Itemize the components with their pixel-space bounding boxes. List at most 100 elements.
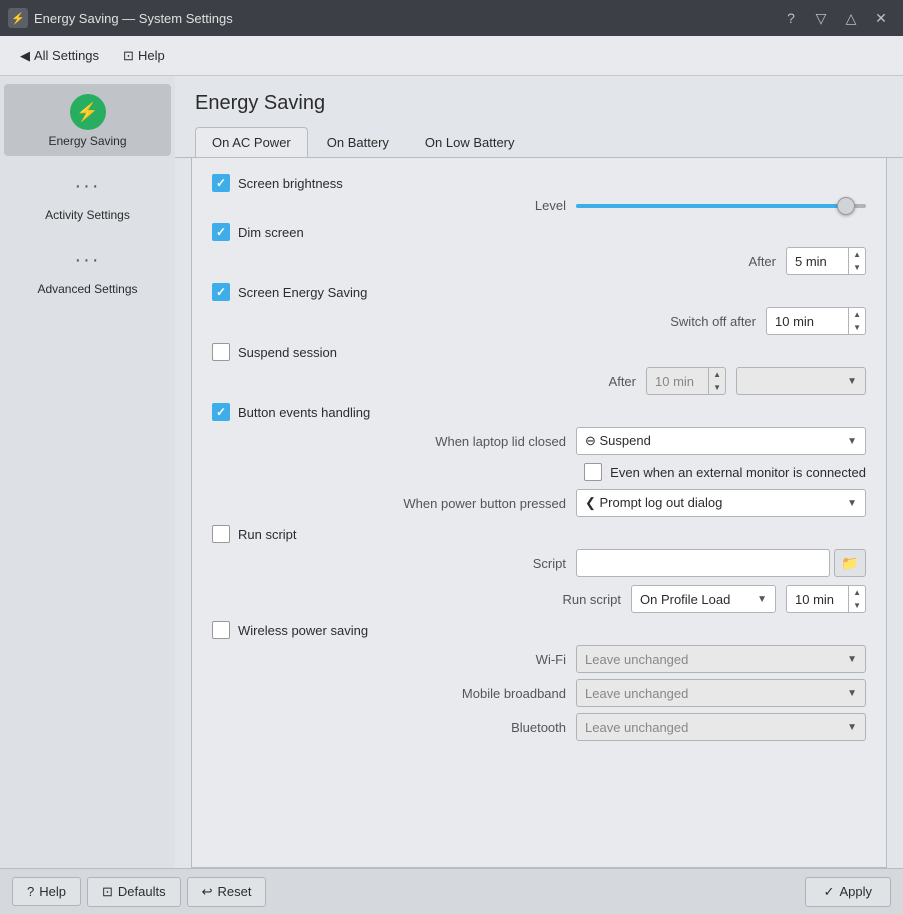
back-label: All Settings — [34, 48, 99, 63]
suspend-session-checkbox[interactable] — [212, 343, 230, 361]
run-time-arrows: ▲ ▼ — [848, 586, 865, 612]
reset-button[interactable]: ↩ Reset — [187, 877, 267, 907]
sidebar: ⚡ Energy Saving ··· Activity Settings ··… — [0, 76, 175, 868]
tab-ac-power[interactable]: On AC Power — [195, 127, 308, 157]
defaults-label: Defaults — [118, 884, 166, 899]
reset-icon: ↩ — [202, 884, 213, 900]
switch-off-spinbox[interactable]: 10 min ▲ ▼ — [766, 307, 866, 335]
help-bottom-button[interactable]: ? Help — [12, 877, 81, 906]
lid-closed-value: ⊖ Suspend — [585, 433, 651, 449]
wireless-saving-label: Wireless power saving — [238, 623, 368, 638]
external-monitor-checkbox[interactable] — [584, 463, 602, 481]
wifi-label: Wi-Fi — [536, 652, 566, 667]
brightness-slider-thumb[interactable] — [837, 197, 855, 215]
topnav: ◀ All Settings ⊡ Help — [0, 36, 903, 76]
sidebar-item-activity-settings[interactable]: ··· Activity Settings — [4, 158, 171, 230]
run-time-up[interactable]: ▲ — [849, 586, 865, 599]
maximize-button[interactable]: △ — [837, 4, 865, 32]
power-button-arrow: ▼ — [847, 498, 857, 509]
tab-low-battery[interactable]: On Low Battery — [408, 127, 532, 157]
brightness-slider-track[interactable] — [576, 204, 866, 208]
wifi-select[interactable]: Leave unchanged ▼ — [576, 645, 866, 673]
screen-energy-saving-row: Screen Energy Saving — [212, 283, 866, 301]
app-icon: ⚡ — [8, 8, 28, 28]
bluetooth-value: Leave unchanged — [585, 720, 688, 735]
sidebar-item-energy-saving[interactable]: ⚡ Energy Saving — [4, 84, 171, 156]
titlebar-controls: ? ▽ △ ✕ — [777, 4, 895, 32]
apply-label: Apply — [839, 884, 872, 899]
mobile-select[interactable]: Leave unchanged ▼ — [576, 679, 866, 707]
titlebar-left: ⚡ Energy Saving — System Settings — [8, 8, 233, 28]
screen-brightness-row: Screen brightness — [212, 174, 866, 192]
run-time-spinbox[interactable]: 10 min ▲ ▼ — [786, 585, 866, 613]
script-text-field[interactable] — [576, 549, 830, 577]
dim-screen-checkbox[interactable] — [212, 223, 230, 241]
lid-closed-arrow: ▼ — [847, 436, 857, 447]
page-title: Energy Saving — [195, 92, 325, 114]
suspend-session-row: Suspend session — [212, 343, 866, 361]
run-profile-select[interactable]: On Profile Load ▼ — [631, 585, 776, 613]
dim-after-value: 5 min — [787, 254, 848, 269]
run-script-label: Run script — [238, 527, 297, 542]
suspend-after-down[interactable]: ▼ — [709, 381, 725, 394]
bluetooth-label: Bluetooth — [511, 720, 566, 735]
screen-energy-saving-checkbox[interactable] — [212, 283, 230, 301]
run-time-down[interactable]: ▼ — [849, 599, 865, 612]
back-icon: ◀ — [20, 48, 30, 64]
mobile-value: Leave unchanged — [585, 686, 688, 701]
all-settings-button[interactable]: ◀ All Settings — [12, 44, 107, 68]
help-window-button[interactable]: ? — [777, 4, 805, 32]
suspend-after-arrows: ▲ ▼ — [708, 368, 725, 394]
help-nav-button[interactable]: ⊡ Help — [115, 44, 173, 68]
screen-brightness-checkbox[interactable] — [212, 174, 230, 192]
bottom-bar: ? Help ⊡ Defaults ↩ Reset ✓ Apply — [0, 868, 903, 914]
brightness-slider-row: Level — [212, 198, 866, 213]
suspend-action-select[interactable]: ▼ — [736, 367, 866, 395]
bluetooth-row: Bluetooth Leave unchanged ▼ — [212, 713, 866, 741]
minimize-button[interactable]: ▽ — [807, 4, 835, 32]
run-script-timing-label: Run script — [562, 592, 621, 607]
close-button[interactable]: ✕ — [867, 4, 895, 32]
mobile-arrow: ▼ — [847, 688, 857, 699]
suspend-after-up[interactable]: ▲ — [709, 368, 725, 381]
dim-after-up[interactable]: ▲ — [849, 248, 865, 261]
script-path-row: Script 📁 — [212, 549, 866, 577]
dim-after-arrows: ▲ ▼ — [848, 248, 865, 274]
power-button-select[interactable]: ❮ Prompt log out dialog ▼ — [576, 489, 866, 517]
sidebar-activity-label: Activity Settings — [45, 208, 130, 222]
suspend-after-spinbox[interactable]: 10 min ▲ ▼ — [646, 367, 726, 395]
dim-after-spinbox[interactable]: 5 min ▲ ▼ — [786, 247, 866, 275]
tab-battery[interactable]: On Battery — [310, 127, 406, 157]
content-area: Energy Saving On AC Power On Battery On … — [175, 76, 903, 868]
mobile-row: Mobile broadband Leave unchanged ▼ — [212, 679, 866, 707]
switch-off-up[interactable]: ▲ — [849, 308, 865, 321]
help-bottom-icon: ? — [27, 884, 34, 899]
dim-after-down[interactable]: ▼ — [849, 261, 865, 274]
advanced-settings-icon: ··· — [70, 242, 106, 278]
dim-after-label: After — [749, 254, 776, 269]
wifi-value: Leave unchanged — [585, 652, 688, 667]
lid-closed-select[interactable]: ⊖ Suspend ▼ — [576, 427, 866, 455]
defaults-button[interactable]: ⊡ Defaults — [87, 877, 181, 907]
help-bottom-label: Help — [39, 884, 66, 899]
button-events-checkbox[interactable] — [212, 403, 230, 421]
level-label: Level — [535, 198, 566, 213]
run-profile-value: On Profile Load — [640, 592, 730, 607]
switch-off-label: Switch off after — [670, 314, 756, 329]
run-profile-arrow: ▼ — [757, 594, 767, 605]
main-layout: ⚡ Energy Saving ··· Activity Settings ··… — [0, 76, 903, 868]
dim-screen-row: Dim screen — [212, 223, 866, 241]
wireless-saving-checkbox[interactable] — [212, 621, 230, 639]
power-button-value: ❮ Prompt log out dialog — [585, 495, 722, 511]
lid-closed-label: When laptop lid closed — [435, 434, 566, 449]
button-events-label: Button events handling — [238, 405, 370, 420]
script-label: Script — [533, 556, 566, 571]
sidebar-item-advanced-settings[interactable]: ··· Advanced Settings — [4, 232, 171, 304]
apply-button[interactable]: ✓ Apply — [805, 877, 891, 907]
external-monitor-label: Even when an external monitor is connect… — [610, 465, 866, 480]
switch-off-down[interactable]: ▼ — [849, 321, 865, 334]
file-browse-button[interactable]: 📁 — [834, 549, 866, 577]
bluetooth-select[interactable]: Leave unchanged ▼ — [576, 713, 866, 741]
run-script-checkbox[interactable] — [212, 525, 230, 543]
activity-settings-icon: ··· — [70, 168, 106, 204]
